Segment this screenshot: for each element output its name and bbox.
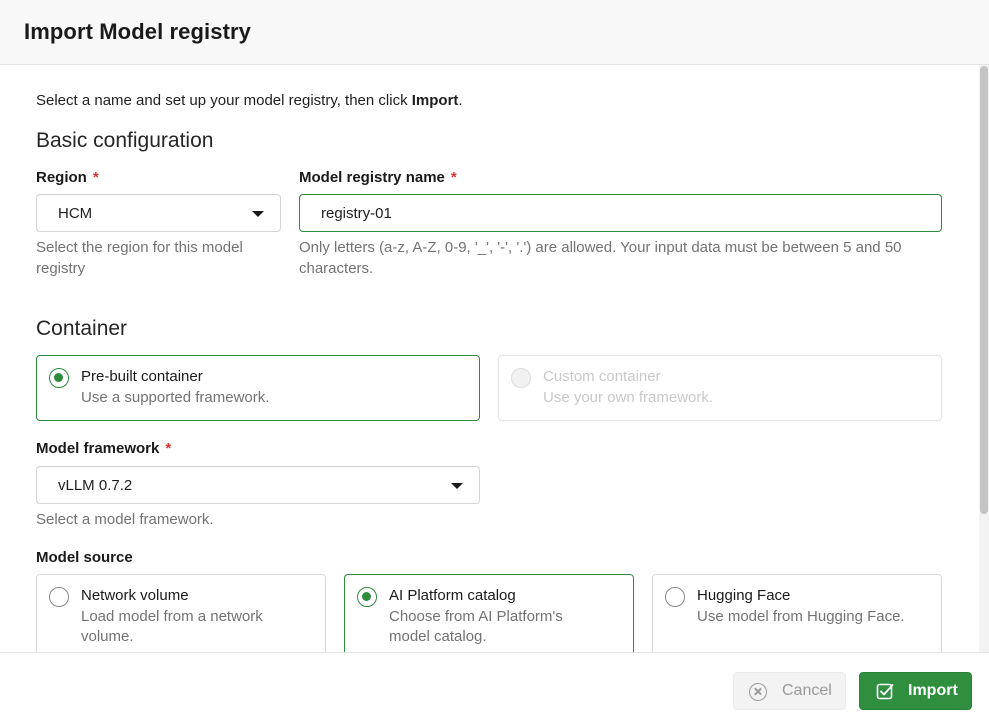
dialog-body: Select a name and set up your model regi…	[0, 65, 989, 652]
required-marker: *	[92, 169, 99, 186]
option-title: AI Platform catalog	[389, 587, 516, 604]
option-title: Hugging Face	[697, 587, 791, 604]
caret-down-icon	[451, 483, 463, 489]
model-framework-label: Model framework *	[36, 440, 172, 457]
intro-text: Select a name and set up your model regi…	[36, 92, 463, 109]
radio-unselected-icon[interactable]	[49, 587, 69, 607]
model-framework-select[interactable]: vLLM 0.7.2	[36, 466, 480, 504]
network-volume-option[interactable]: Network volume Load model from a network…	[36, 574, 326, 652]
import-check-icon	[876, 683, 894, 700]
registry-name-help: Only letters (a-z, A-Z, 0-9, '_', '-', '…	[299, 239, 902, 277]
scrollbar-thumb[interactable]	[980, 66, 988, 514]
container-title: Container	[36, 317, 128, 340]
region-select[interactable]: HCM	[36, 194, 281, 232]
option-desc: Load model from a network volume.	[81, 608, 263, 645]
cancel-label: Cancel	[782, 682, 832, 699]
radio-disabled-icon	[511, 368, 531, 388]
hugging-face-option[interactable]: Hugging Face Use model from Hugging Face…	[652, 574, 942, 652]
model-source-label: Model source	[36, 549, 133, 566]
ai-platform-catalog-option[interactable]: AI Platform catalog Choose from AI Platf…	[344, 574, 634, 652]
dialog-header: Import Model registry	[0, 0, 989, 65]
model-framework-help: Select a model framework.	[36, 511, 214, 528]
prebuilt-container-option[interactable]: Pre-built container Use a supported fram…	[36, 355, 480, 421]
dialog-footer: Cancel Import	[0, 652, 989, 723]
required-marker: *	[165, 440, 172, 457]
radio-selected-icon[interactable]	[49, 368, 69, 388]
required-marker: *	[450, 169, 457, 186]
caret-down-icon	[252, 211, 264, 217]
radio-selected-icon[interactable]	[357, 587, 377, 607]
dialog-title: Import Model registry	[24, 19, 252, 44]
option-title: Pre-built container	[81, 368, 203, 385]
intro-import-emphasis: Import	[411, 92, 459, 109]
cancel-circle-x-icon	[749, 683, 767, 701]
option-desc: Use your own framework.	[543, 389, 714, 406]
basic-config-title: Basic configuration	[36, 129, 214, 152]
region-value: HCM	[58, 205, 93, 222]
option-title: Network volume	[81, 587, 189, 604]
import-label: Import	[908, 682, 958, 699]
cancel-button[interactable]: Cancel	[733, 672, 846, 710]
region-label: Region *	[36, 169, 99, 186]
option-title: Custom container	[543, 368, 661, 385]
custom-container-option: Custom container Use your own framework.	[498, 355, 942, 421]
radio-unselected-icon[interactable]	[665, 587, 685, 607]
region-help: Select the region for this model registr…	[36, 239, 243, 277]
import-button[interactable]: Import	[859, 672, 972, 710]
option-desc: Use a supported framework.	[81, 389, 270, 406]
registry-name-input[interactable]: registry-01	[299, 194, 942, 232]
model-framework-value: vLLM 0.7.2	[58, 477, 133, 494]
option-desc: Choose from AI Platform's model catalog.	[389, 608, 563, 645]
registry-name-label: Model registry name *	[299, 169, 457, 186]
option-desc: Use model from Hugging Face.	[697, 608, 905, 625]
registry-name-value: registry-01	[321, 205, 392, 222]
